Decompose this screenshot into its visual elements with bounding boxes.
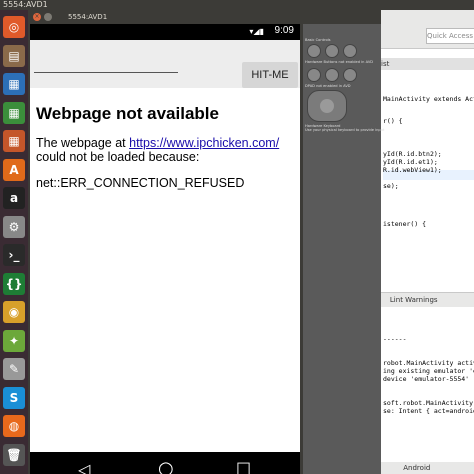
files-icon[interactable]: ▤	[3, 44, 25, 67]
ubuntu-dash-icon[interactable]: ◎	[3, 16, 25, 38]
trash-icon[interactable]: 🗑	[3, 443, 25, 466]
emulator-controls-panel: Basic Controls Hardware Buttons not enab…	[303, 24, 385, 474]
unity-launcher: ◎ ▤ ▦ ▦ ▦ Aa ⚙ ›_ {} ◉ ✦ ✎ S ◍ 🗑	[0, 10, 28, 474]
minimize-window-button[interactable]	[44, 13, 52, 21]
code-line: se);	[383, 182, 399, 190]
text-editor-icon[interactable]: ✎	[3, 358, 25, 380]
code-editor[interactable]: MainActivity extends Act r() { yId(R.id.…	[381, 70, 474, 300]
close-window-button[interactable]: ×	[33, 13, 41, 21]
ide-toolbar: Quick Access	[381, 10, 474, 49]
console-line: device 'emulator-5554'	[383, 375, 470, 383]
dpad-center-button[interactable]	[320, 99, 334, 113]
emulator-window-title: 5554:AVD1	[68, 13, 108, 21]
back-icon[interactable]: ◁	[78, 460, 90, 474]
brackets-icon[interactable]: {}	[3, 272, 25, 295]
system-top-bar: 5554:AVD1	[0, 0, 474, 10]
dpad-control[interactable]	[307, 90, 347, 122]
quick-access-input[interactable]: Quick Access	[426, 28, 474, 44]
app-input-bar: HIT-ME	[30, 40, 300, 88]
home-icon[interactable]: ○	[158, 458, 174, 474]
url-edit-text[interactable]	[34, 72, 178, 73]
code-line: r() {	[383, 117, 403, 125]
hw-menu-button[interactable]	[325, 68, 339, 82]
impress-icon[interactable]: ▦	[3, 130, 25, 152]
error-heading: Webpage not available	[36, 104, 219, 123]
hw-back-button[interactable]	[343, 68, 357, 82]
android-icon[interactable]: ✦	[3, 329, 25, 352]
calc-icon[interactable]: ▦	[3, 101, 25, 124]
code-line: istener() {	[383, 220, 427, 228]
hw-home-button[interactable]	[307, 68, 321, 82]
device-screen: ▾◢▮ 9:09 HIT-ME Webpage not available Th…	[30, 24, 300, 474]
ide-tab-label: ist	[381, 60, 390, 68]
error-prefix-text: The webpage at	[36, 136, 130, 150]
android-nav-bar: ◁ ○ □	[30, 452, 300, 474]
code-line: yId(R.id.et1);	[383, 158, 438, 166]
error-message: The webpage at https://www.ipchicken.com…	[36, 136, 298, 164]
ide-status-text: Android	[403, 464, 431, 472]
keyboard-hint: Use your physical keyboard to provide in…	[305, 128, 385, 132]
emulator-window: × 5554:AVD1 ▾◢▮ 9:09 HIT-ME Webpage not …	[28, 10, 385, 474]
settings-icon[interactable]: ⚙	[3, 215, 25, 238]
console-line: robot.MainActivity activit	[383, 359, 474, 367]
volume-down-button[interactable]	[307, 44, 321, 58]
console-line: ------	[383, 335, 407, 343]
console-line: se: Intent { act=android.i	[383, 407, 474, 415]
lint-tab-label: Lint Warnings	[389, 296, 438, 304]
terminal-icon[interactable]: ›_	[3, 244, 25, 266]
error-code: net::ERR_CONNECTION_REFUSED	[36, 176, 245, 190]
hardware-buttons-label: Hardware Buttons not enabled in AVD	[305, 60, 374, 64]
ide-editor-tab[interactable]: ist	[381, 58, 474, 70]
console-line: ing existing emulator 'e	[383, 367, 474, 375]
error-suffix-text: could not be loaded because:	[36, 150, 200, 164]
webview-error-page: Webpage not available The webpage at htt…	[36, 104, 298, 190]
writer-icon[interactable]: ▦	[3, 73, 25, 95]
top-bar-title: 5554:AVD1	[3, 0, 48, 9]
console-panel: Lint Warnings ------ robot.MainActivity …	[381, 292, 474, 463]
amazon-icon[interactable]: a	[3, 187, 25, 209]
ide-status-bar: Android	[381, 462, 474, 474]
dpad-label: DPAD not enabled in AVD	[305, 84, 351, 88]
code-line: MainActivity extends Act	[383, 95, 474, 103]
recents-icon[interactable]: □	[236, 458, 251, 474]
signal-battery-icon: ▾◢▮	[249, 27, 264, 36]
firefox-icon[interactable]: ◍	[3, 415, 25, 437]
skype-icon[interactable]: S	[3, 386, 25, 409]
hit-me-button[interactable]: HIT-ME	[242, 62, 298, 88]
software-center-icon[interactable]: A	[3, 158, 25, 181]
error-url-link[interactable]: https://www.ipchicken.com/	[129, 136, 279, 150]
status-time: 9:09	[274, 25, 294, 36]
code-line: yId(R.id.btn2);	[383, 150, 442, 158]
emulator-titlebar: × 5554:AVD1	[28, 10, 381, 24]
code-line: R.id.webView1);	[383, 166, 442, 174]
basic-controls-label: Basic Controls	[305, 38, 331, 42]
volume-up-button[interactable]	[325, 44, 339, 58]
lint-warnings-tab[interactable]: Lint Warnings	[381, 293, 474, 307]
chrome-icon[interactable]: ◉	[3, 301, 25, 323]
console-line: soft.robot.MainActivity	[383, 399, 474, 407]
android-status-bar: ▾◢▮ 9:09	[30, 24, 300, 40]
power-button[interactable]	[343, 44, 357, 58]
